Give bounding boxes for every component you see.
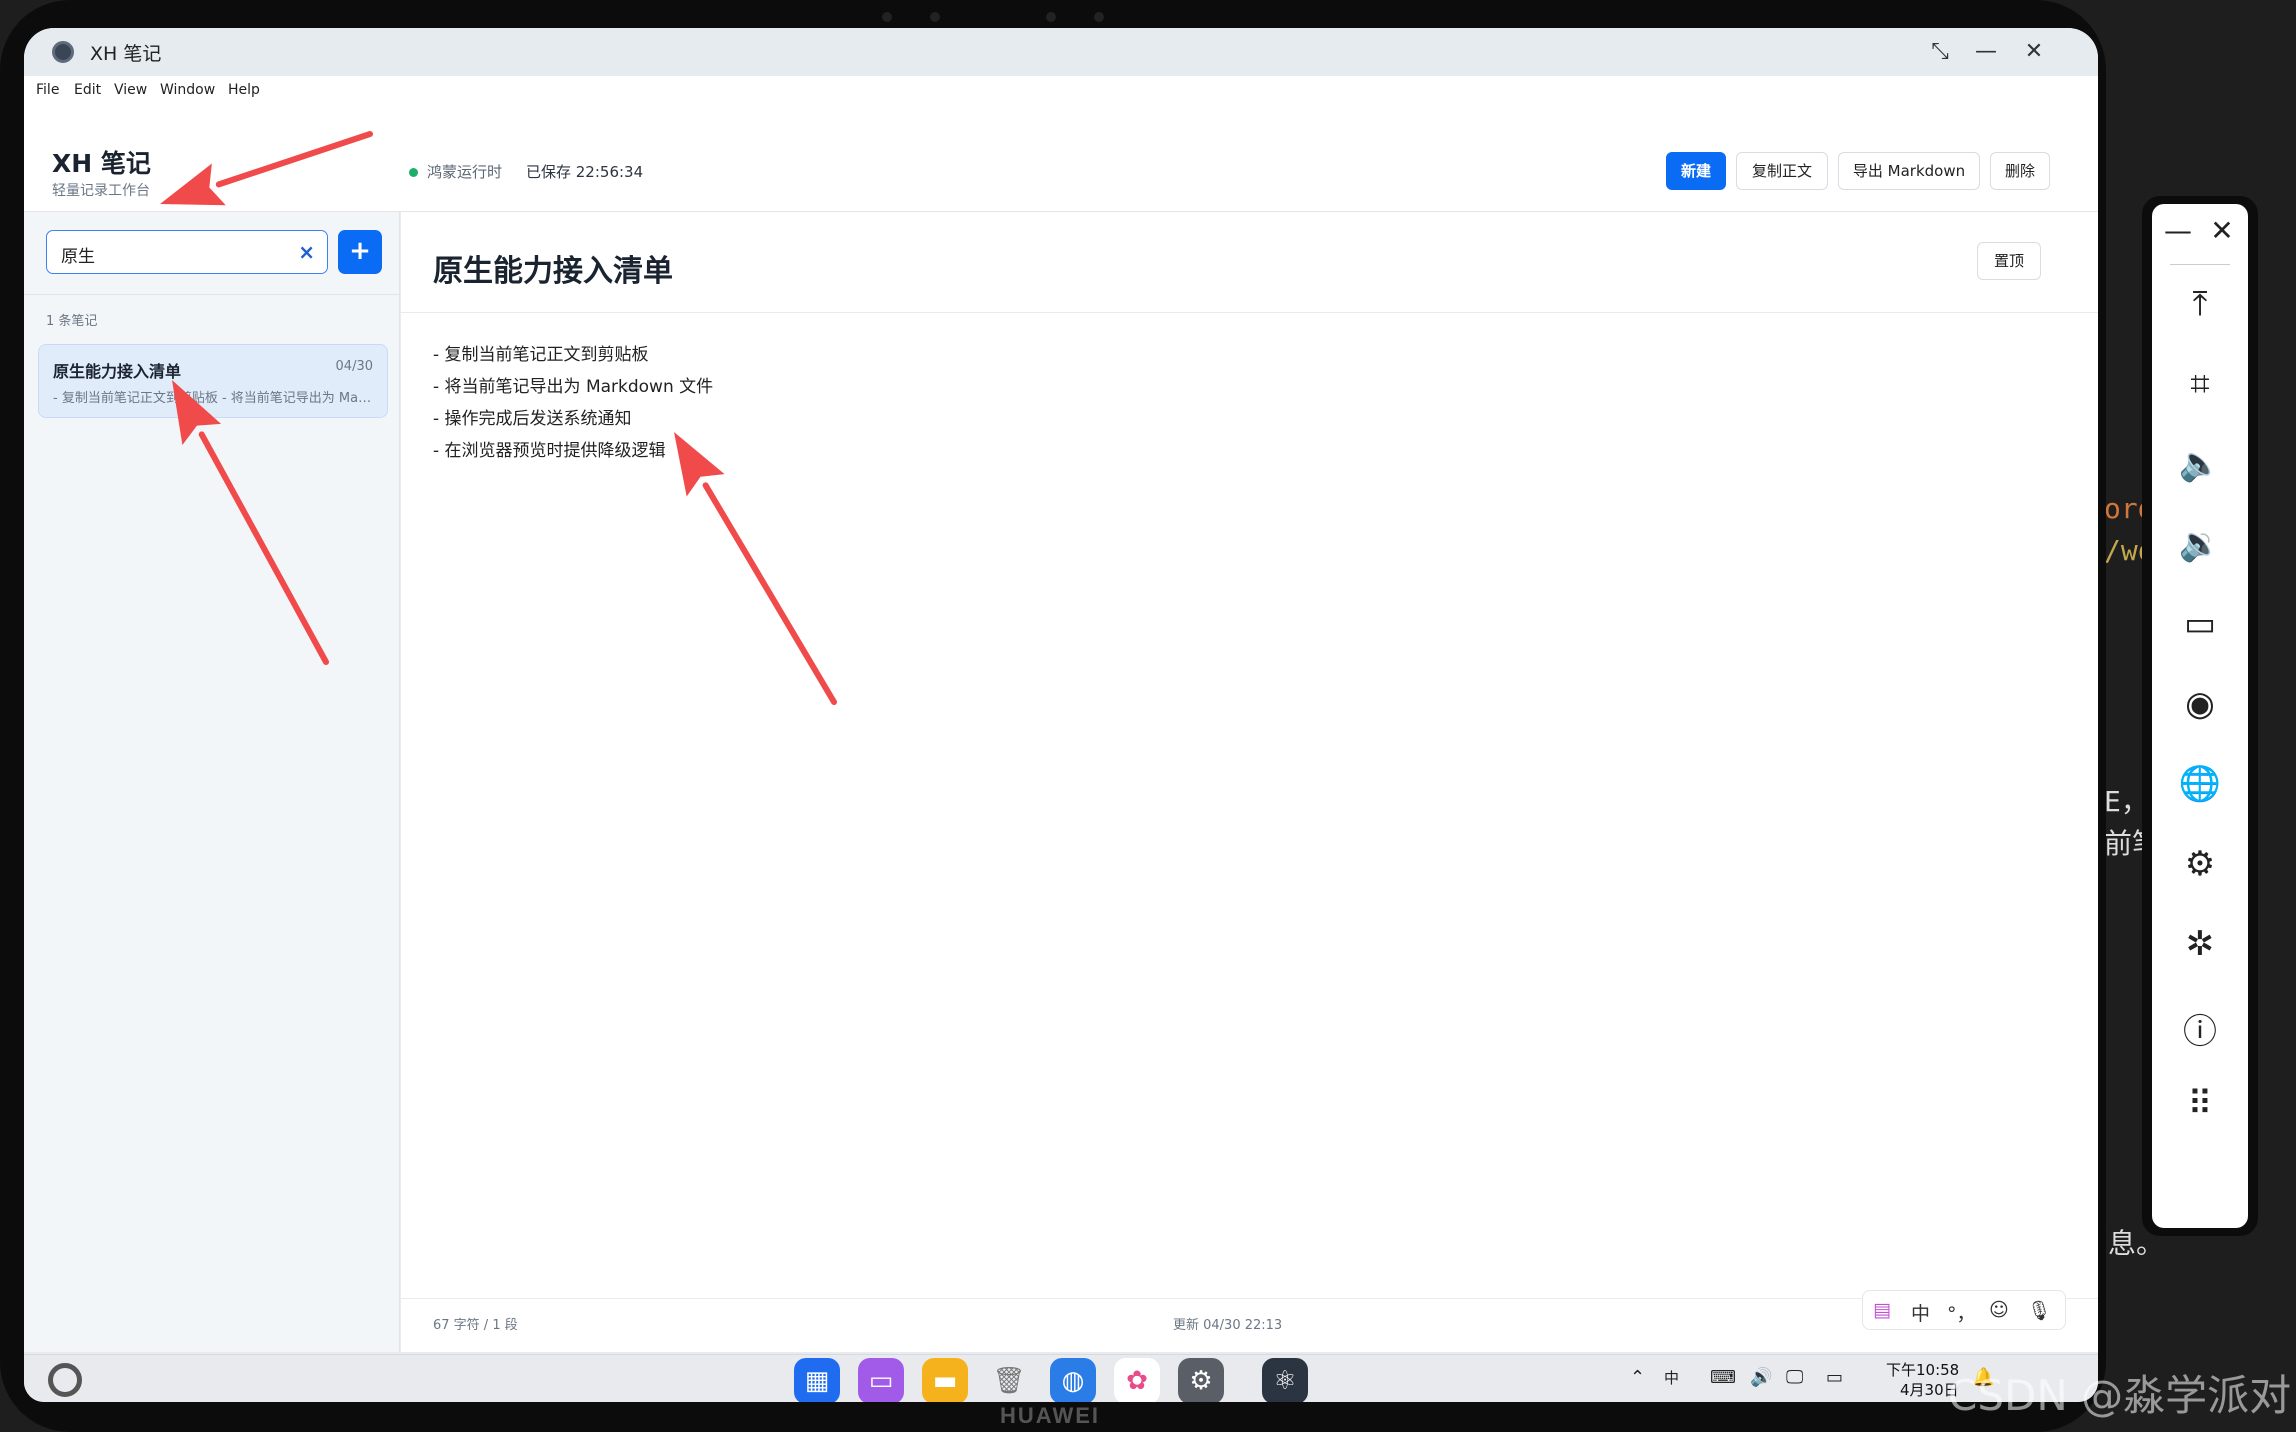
list-item[interactable]: 原生能力接入清单 04/30 - 复制当前笔记正文到剪贴板 - 将当前笔记导出为… [38,344,388,418]
menu-view[interactable]: View [114,82,147,98]
note-editor[interactable]: 原生能力接入清单 置顶 - 复制当前笔记正文到剪贴板 - 将当前笔记导出为 Ma… [401,212,2098,1352]
close-icon[interactable]: ✕ [2174,214,2270,247]
settings-gear-icon[interactable]: ⚙ [2152,844,2248,884]
microphone-icon[interactable]: 🎙 [2027,1299,2051,1322]
screenshot-stage: [ ord] /wor E， 列表 前笔 消息。 HUAWEI XH 笔记 ⤡ … [0,0,2296,1432]
title-bar: XH 笔记 ⤡ — ✕ [24,28,2098,76]
ime-skin-icon[interactable]: ▤ [1873,1299,1891,1321]
note-body-line[interactable]: - 在浏览器预览时提供降级逻辑 [433,436,666,461]
menu-bar: File Edit View Window Help [24,76,2098,106]
pin-button[interactable]: 置顶 [1977,242,2041,280]
taskbar: ▦ ▭ ▬ 🗑 ◍ ✿ ⚙ ⚛ ⌃ 中 ⌨ 🔊 🖵 ▭ 下午10:58 4月30… [24,1354,2098,1402]
watermark: CSDN @淼学派对 [1948,1371,2292,1420]
menu-edit[interactable]: Edit [74,82,101,98]
file-manager-icon[interactable]: ▬ [922,1358,968,1402]
char-count: 67 字符 / 1 段 [433,1318,518,1333]
tablet-device: HUAWEI XH 笔记 ⤡ — ✕ File Edit View Window… [0,0,2106,1432]
note-item-preview: - 复制当前笔记正文到剪贴板 - 将当前笔记导出为 Markdown 文件 [53,391,375,406]
app-subtitle: 轻量记录工作台 [52,183,150,199]
window-title: XH 笔记 [90,43,162,65]
note-item-title: 原生能力接入清单 [53,362,182,381]
app-grid-icon[interactable]: ▦ [794,1358,840,1402]
search-input[interactable]: 原生 × [46,230,328,274]
pin-to-top-icon[interactable]: ⤒ [2152,284,2248,324]
divider [401,312,2098,313]
note-body-line[interactable]: - 复制当前笔记正文到剪贴板 [433,340,649,365]
emoji-icon[interactable]: ☺ [1989,1299,2009,1321]
divider [2170,264,2230,265]
copy-body-button[interactable]: 复制正文 [1736,152,1828,190]
volume-up-icon[interactable]: 🔈 [2152,444,2248,484]
floating-toolbar: — ✕ ⤒ ⌗ 🔈 🔉 ▭ ◉ 🌐 ⚙ ✲ ⓘ ⠿ [2142,196,2258,1236]
updated-time: 更新 04/30 22:13 [1173,1318,1283,1333]
gallery-icon[interactable]: ✿ [1114,1358,1160,1402]
camera-dot [1046,12,1056,22]
info-icon[interactable]: ⓘ [2152,1004,2248,1053]
note-count: 1 条笔记 [46,314,98,329]
device-screen: XH 笔记 ⤡ — ✕ File Edit View Window Help X… [24,28,2098,1402]
status-dot-icon [409,168,418,177]
note-sidebar: 原生 × + 1 条笔记 原生能力接入清单 04/30 - 复制当前笔记正文到剪… [24,212,400,1352]
crop-icon[interactable]: ⌗ [2152,364,2248,404]
minimize-icon[interactable]: — [1970,36,2002,68]
floating-toolbar-body: — ✕ ⤒ ⌗ 🔈 🔉 ▭ ◉ 🌐 ⚙ ✲ ⓘ ⠿ [2152,204,2248,1228]
saved-status: 已保存 22:56:34 [526,163,644,181]
divider [401,1298,2098,1299]
battery-icon[interactable]: ▭ [2152,604,2248,644]
menu-window[interactable]: Window [160,82,215,98]
note-body-line[interactable]: - 操作完成后发送系统通知 [433,404,632,429]
note-body-line[interactable]: - 将当前笔记导出为 Markdown 文件 [433,372,713,397]
restore-icon[interactable]: ⤡ [1924,36,1956,68]
menu-help[interactable]: Help [228,82,260,98]
note-item-date: 04/30 [335,359,373,374]
new-note-button[interactable]: 新建 [1666,152,1726,190]
electron-app-icon[interactable]: ⚛ [1262,1358,1308,1402]
globe-icon[interactable]: 🌐 [2152,764,2248,804]
trash-icon[interactable]: 🗑 [986,1358,1032,1402]
input-method-icon[interactable]: 中 [1664,1367,1679,1388]
bug-icon[interactable]: ✲ [2152,924,2248,964]
close-icon[interactable]: ✕ [2018,36,2050,68]
device-brand: HUAWEI [1000,1403,1100,1428]
divider [24,294,400,295]
runtime-status: 鸿蒙运行时 [427,163,503,181]
app-header: XH 笔记 轻量记录工作台 鸿蒙运行时 已保存 22:56:34 新建 复制正文… [24,106,2098,212]
multitask-icon[interactable]: ▭ [858,1358,904,1402]
keyboard-icon[interactable]: ⌨ [1710,1367,1736,1388]
volume-icon[interactable]: 🔊 [1750,1367,1772,1388]
delete-button[interactable]: 删除 [1990,152,2050,190]
battery-icon[interactable]: ▭ [1826,1367,1843,1388]
chevron-up-icon[interactable]: ⌃ [1630,1367,1645,1388]
camera-dot [930,12,940,22]
note-title[interactable]: 原生能力接入清单 [433,246,673,290]
export-markdown-button[interactable]: 导出 Markdown [1838,152,1980,190]
search-input-value[interactable]: 原生 [61,242,95,267]
clear-search-icon[interactable]: × [298,240,315,264]
ime-punctuation-toggle[interactable]: °， [1947,1299,1976,1326]
ime-toolbar: ▤ 中 °， ☺ 🎙 [1862,1290,2066,1330]
app-logo-icon [52,41,74,63]
settings-icon[interactable]: ⚙ [1178,1358,1224,1402]
keyboard-icon[interactable]: ⠿ [2152,1084,2248,1124]
volume-down-icon[interactable]: 🔉 [2152,524,2248,564]
start-button[interactable] [48,1363,82,1397]
display-icon[interactable]: 🖵 [1786,1367,1803,1388]
app-name: XH 笔记 [52,149,151,178]
menu-file[interactable]: File [36,82,59,98]
browser-icon[interactable]: ◍ [1050,1358,1096,1402]
broadcast-icon[interactable]: ◉ [2152,684,2248,724]
camera-dot [882,12,892,22]
add-note-button[interactable]: + [338,230,382,274]
camera-dot [1094,12,1104,22]
ime-language-toggle[interactable]: 中 [1911,1299,1930,1326]
